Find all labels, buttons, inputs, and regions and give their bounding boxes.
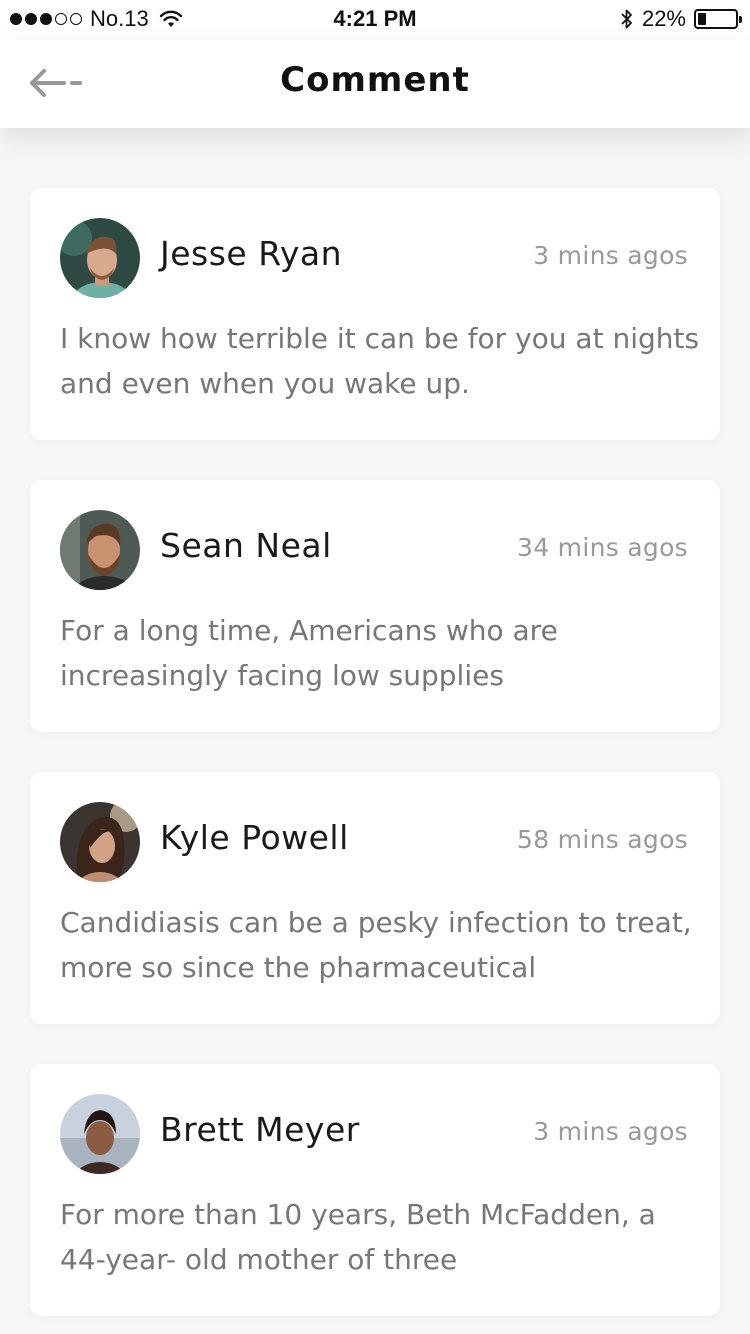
comment-time: 3 mins agos <box>533 1117 688 1146</box>
comment-text: For more than 10 years, Beth McFadden, a… <box>60 1198 656 1276</box>
battery-percent: 22% <box>641 6 686 31</box>
comment-time: 34 mins agos <box>517 533 688 562</box>
comment-card[interactable]: Kyle Powell 58 mins agos Candidiasis can… <box>30 772 720 1024</box>
comment-time: 3 mins agos <box>533 241 688 270</box>
comment-author: Kyle Powell <box>160 818 349 857</box>
comment-author: Brett Meyer <box>160 1110 360 1149</box>
avatar[interactable] <box>60 510 140 590</box>
status-right: 22% <box>620 6 742 32</box>
comment-screen: No.13 4:21 PM 22% Comment Jesse Ryan 3 m… <box>0 0 750 1334</box>
comment-text: I know how terrible it can be for you at… <box>60 322 700 400</box>
bluetooth-icon <box>621 9 632 29</box>
comment-author: Jesse Ryan <box>160 234 343 273</box>
avatar[interactable] <box>60 1094 140 1174</box>
comment-text: For a long time, Americans who are incre… <box>60 614 558 692</box>
battery-level <box>698 13 706 25</box>
comment-card[interactable]: Brett Meyer 3 mins agos For more than 10… <box>30 1064 720 1316</box>
comment-text: Candidiasis can be a pesky infection to … <box>60 906 692 984</box>
status-bar: No.13 4:21 PM 22% <box>0 0 750 40</box>
avatar[interactable] <box>60 218 140 298</box>
comment-card[interactable]: Jesse Ryan 3 mins agos I know how terrib… <box>30 188 720 440</box>
battery-icon <box>694 9 742 29</box>
comment-card[interactable]: Sean Neal 34 mins agos For a long time, … <box>30 480 720 732</box>
avatar[interactable] <box>60 802 140 882</box>
comment-time: 58 mins agos <box>517 825 688 854</box>
comment-author: Sean Neal <box>160 526 332 565</box>
app-header: Comment <box>0 40 750 128</box>
comment-list: Jesse Ryan 3 mins agos I know how terrib… <box>30 188 720 1334</box>
page-title: Comment <box>280 60 470 100</box>
